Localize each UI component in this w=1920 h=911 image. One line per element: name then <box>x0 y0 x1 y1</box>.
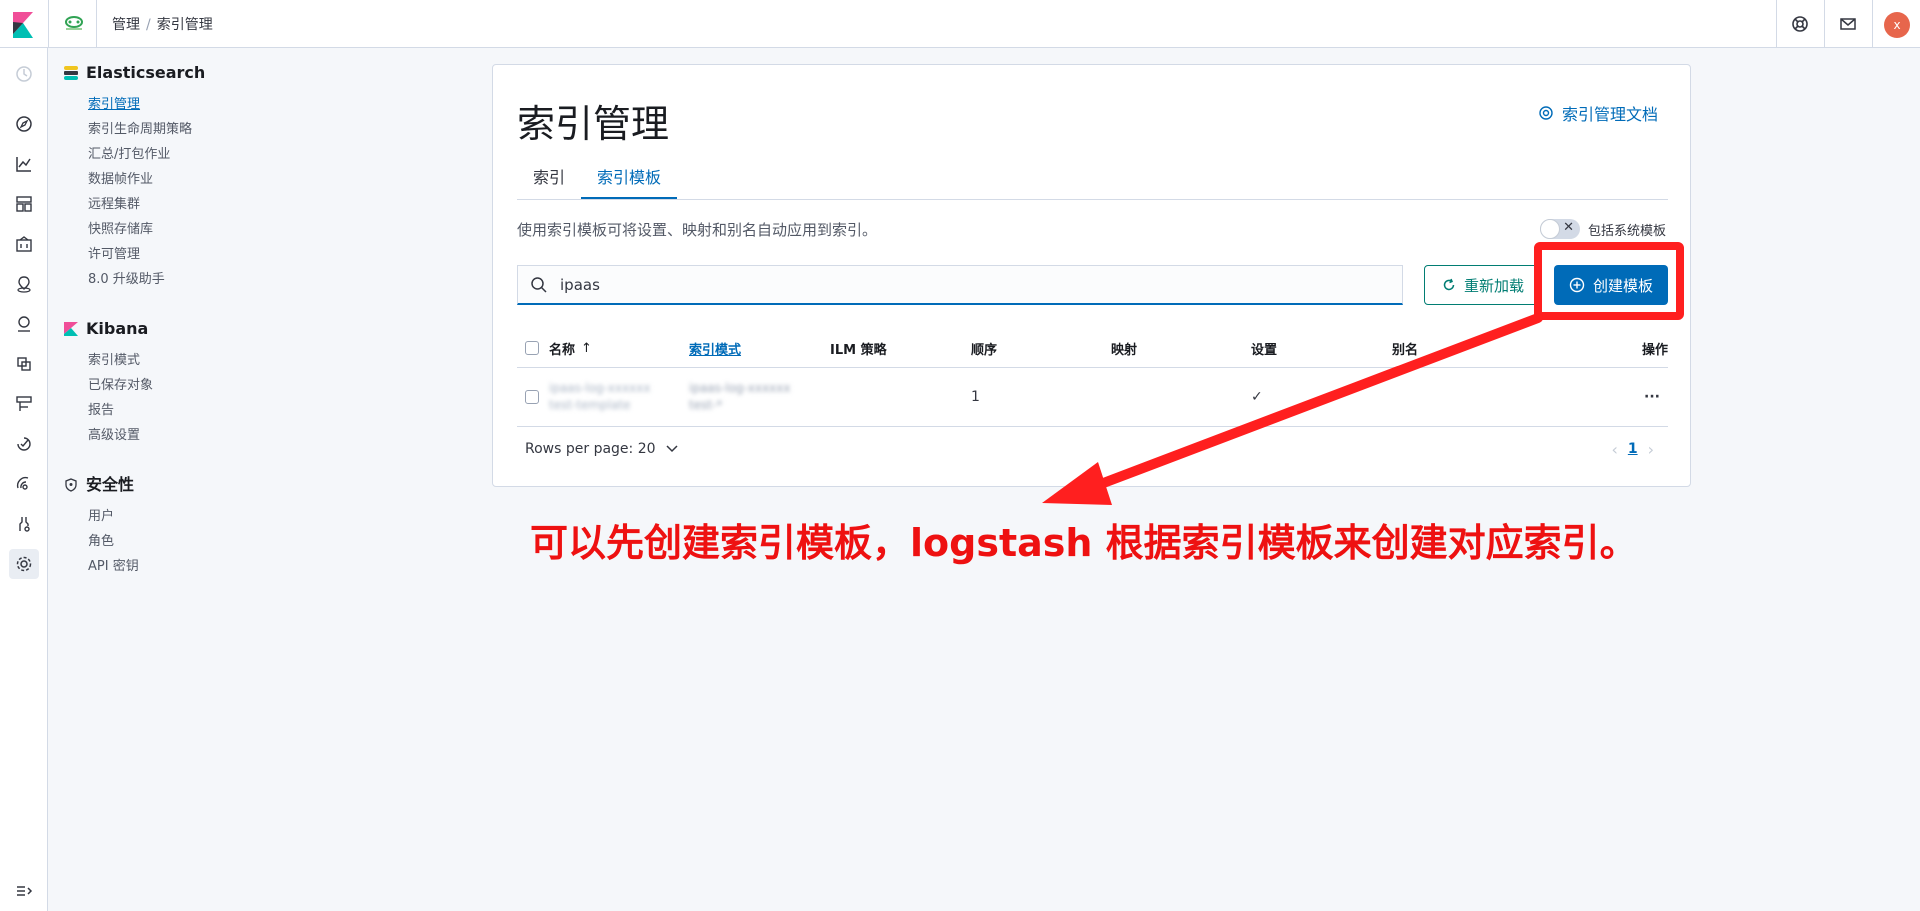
annotation-caption: 可以先创建索引模板，logstash 根据索引模板来创建对应索引。 <box>530 521 1638 565</box>
annotation-arrow <box>1042 313 1543 505</box>
